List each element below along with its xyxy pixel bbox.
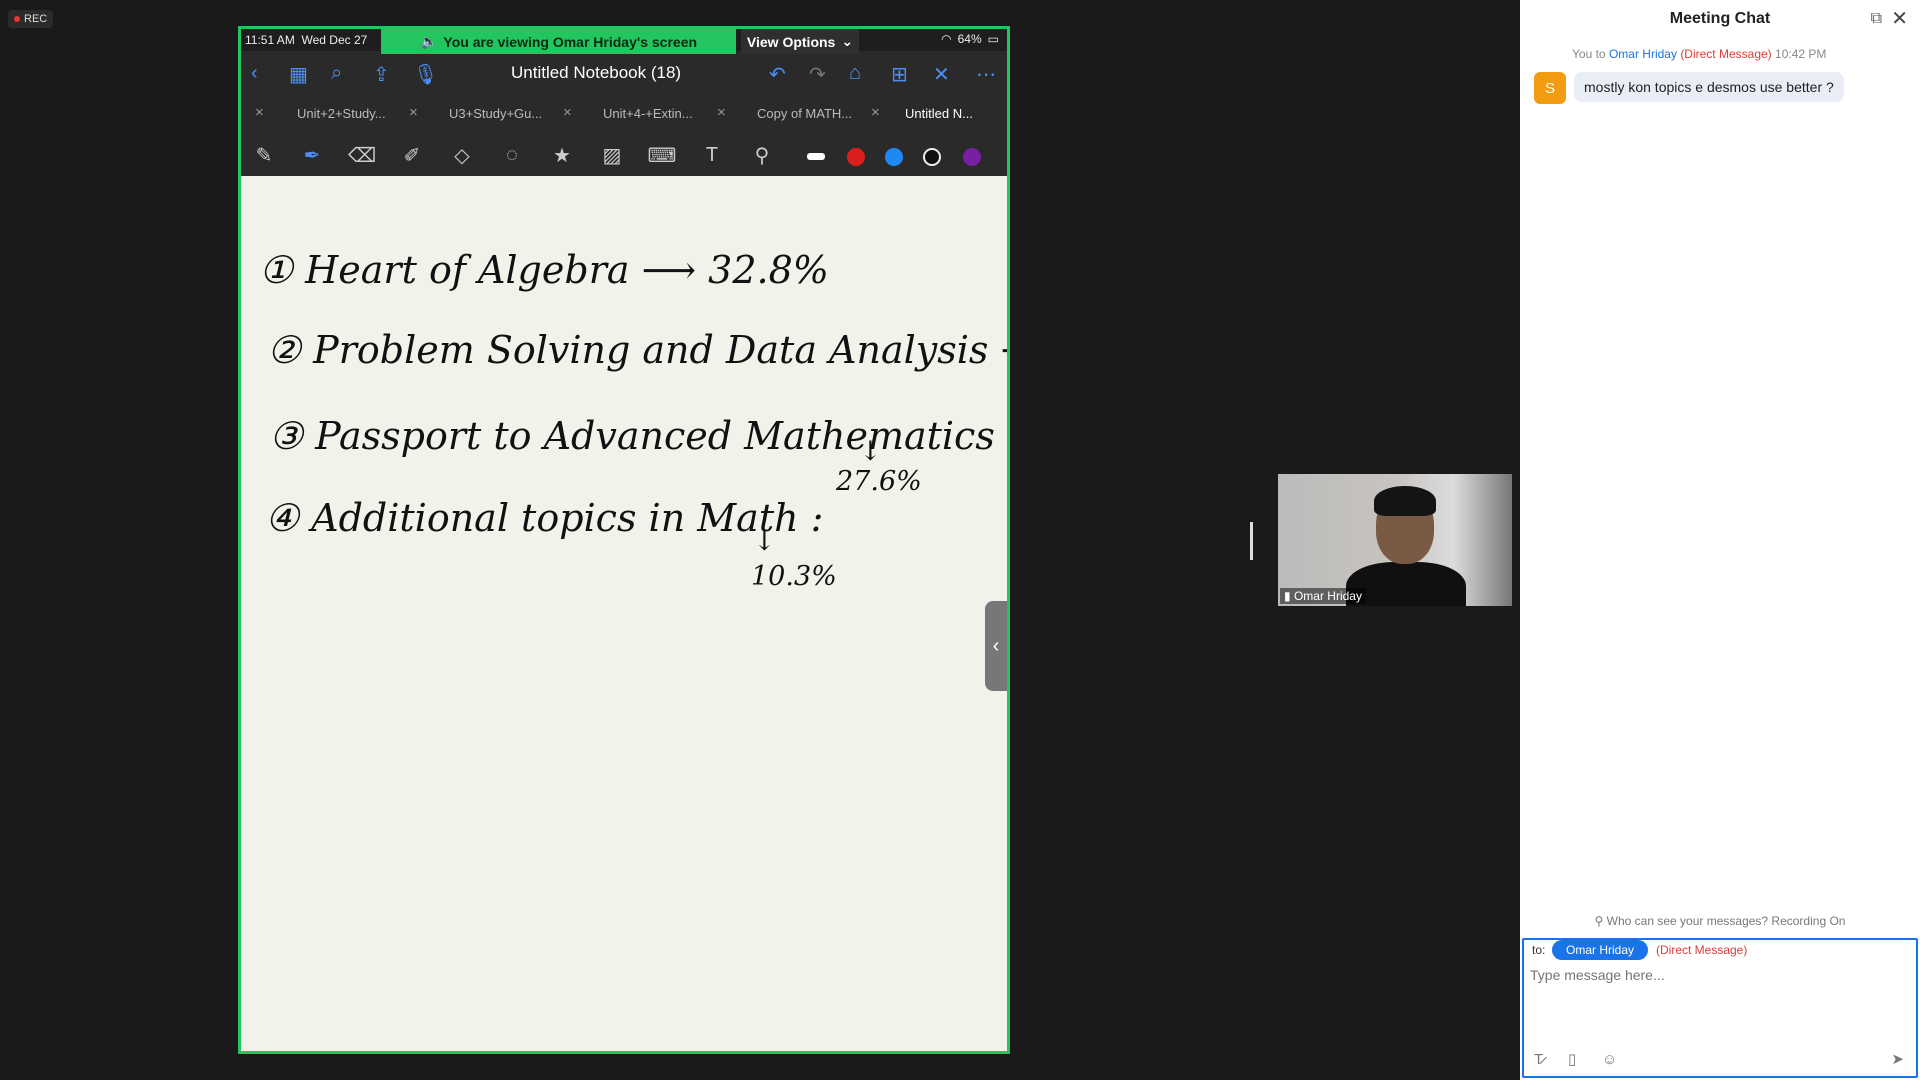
emoji-icon[interactable]: ☺ <box>1602 1051 1617 1068</box>
tab-close-icon[interactable]: × <box>871 104 880 121</box>
battery-icon: ▭ <box>987 32 999 46</box>
speaker-icon: 🔈 <box>419 33 438 49</box>
sticker-icon[interactable]: ★ <box>549 142 575 168</box>
note-percent-3: 27.6% <box>836 466 922 497</box>
privacy-note[interactable]: ⚲ Who can see your messages? Recording O… <box>1520 914 1920 928</box>
recording-label: REC <box>24 13 48 25</box>
color-purple[interactable] <box>963 148 981 166</box>
message-input[interactable] <box>1530 964 1910 986</box>
chevron-down-icon: ⌄ <box>841 33 854 49</box>
notebook-toolbar: ‹ ▦ ⌕ ⇪ 🎙 Untitled Notebook (18) ↶ ↷ ⌂ ⊞… <box>241 54 1007 94</box>
add-page-icon[interactable]: ⊞ <box>891 62 908 87</box>
document-tabs: × Unit+2+Study... × U3+Study+Gu... × Uni… <box>241 96 1007 132</box>
notebook-title[interactable]: Untitled Notebook (18) <box>511 63 681 83</box>
close-icon[interactable]: ✕ <box>1891 6 1908 31</box>
shapes-icon[interactable]: ◇ <box>449 142 475 168</box>
status-time: 11:51 AM Wed Dec 27 <box>245 33 368 47</box>
note-line-2: ② Problem Solving and Data Analysis ⟶ 29… <box>267 328 1007 372</box>
person-lock-icon: ⚲ <box>1594 914 1604 928</box>
recipient-selector[interactable]: Omar Hriday <box>1552 940 1649 960</box>
redo-icon[interactable]: ↷ <box>809 62 826 87</box>
person-hair <box>1374 486 1436 516</box>
popout-icon[interactable]: ⧉ <box>1871 10 1882 28</box>
file-icon[interactable]: ▯ <box>1568 1050 1576 1068</box>
back-icon[interactable]: ‹ <box>251 62 258 85</box>
color-white[interactable] <box>807 153 825 160</box>
chat-title: Meeting Chat <box>1669 10 1771 27</box>
note-arrow-3: ↓ <box>859 436 882 467</box>
tab-1[interactable]: Unit+2+Study... <box>297 106 386 121</box>
note-arrow-4: ↓ <box>753 526 776 557</box>
viewing-banner: 🔈 You are viewing Omar Hriday's screen <box>381 29 736 54</box>
tab-4[interactable]: Copy of MATH... <box>757 106 852 121</box>
bookmark-icon[interactable]: ⌂ <box>849 62 861 85</box>
shared-screen: 11:51 AM Wed Dec 27 ◠ 64% ▭ 🔈 You are vi… <box>238 26 1010 1054</box>
tab-close-icon[interactable]: × <box>717 104 726 121</box>
image-icon[interactable]: ▨ <box>599 142 625 168</box>
note-percent-4: 10.3% <box>751 561 837 592</box>
color-blue[interactable] <box>885 148 903 166</box>
send-icon[interactable]: ➤ <box>1891 1050 1904 1068</box>
highlighter-icon[interactable]: ✐ <box>399 142 425 168</box>
sidebar-handle[interactable]: ‹ <box>985 601 1007 691</box>
undo-icon[interactable]: ↶ <box>769 62 786 87</box>
color-red[interactable] <box>847 148 865 166</box>
recipient-link[interactable]: Omar Hriday <box>1609 47 1677 61</box>
composer-to-label: to: <box>1532 943 1546 957</box>
tab-2[interactable]: U3+Study+Gu... <box>449 106 542 121</box>
eraser-icon[interactable]: ⌫ <box>348 142 376 168</box>
laser-icon[interactable]: ⚲ <box>749 142 775 168</box>
close-icon[interactable]: ✕ <box>933 62 950 87</box>
format-icon[interactable]: T̷ <box>1534 1051 1543 1068</box>
grid-icon[interactable]: ▦ <box>289 62 308 87</box>
message-header: You to Omar Hriday (Direct Message) 10:4… <box>1572 47 1827 61</box>
lasso-icon[interactable]: ◌ <box>499 142 525 168</box>
keyboard-icon[interactable]: ⌨ <box>648 142 677 168</box>
notebook-canvas[interactable]: ① Heart of Algebra ⟶ 32.8% ② Problem Sol… <box>241 176 1007 1051</box>
search-icon[interactable]: ⌕ <box>331 62 342 85</box>
read-mode-icon[interactable]: ✎ <box>251 142 277 168</box>
wifi-icon: ◠ <box>941 32 952 46</box>
drawing-toolbar: ✎ ✒ ⌫ ✐ ◇ ◌ ★ ▨ ⌨ T ⚲ <box>241 132 1007 176</box>
pen-icon[interactable]: ✒ <box>299 142 325 168</box>
participant-name: ▮ Omar Hriday <box>1280 588 1366 604</box>
tab-close-icon[interactable]: × <box>563 104 572 121</box>
more-icon[interactable]: ⋯ <box>976 62 996 87</box>
meeting-chat-panel: Meeting Chat ⧉ ✕ You to Omar Hriday (Dir… <box>1520 0 1920 1080</box>
note-line-4: ④ Additional topics in Math : <box>265 496 824 540</box>
recording-indicator: REC <box>8 10 54 28</box>
signal-icon: ▮ <box>1284 589 1291 603</box>
divider[interactable] <box>1250 522 1253 560</box>
tab-close-icon[interactable]: × <box>409 104 418 121</box>
tab-close-icon[interactable]: × <box>255 104 264 121</box>
battery-percent: 64% <box>957 32 982 46</box>
chevron-left-icon: ‹ <box>992 634 1000 657</box>
note-line-3: ③ Passport to Advanced Mathematics <box>269 414 995 458</box>
message-time: 10:42 PM <box>1775 47 1827 61</box>
avatar: S <box>1534 72 1566 104</box>
tab-5-active[interactable]: Untitled N... <box>905 106 973 121</box>
message-bubble[interactable]: mostly kon topics e desmos use better ? <box>1574 72 1844 102</box>
view-options-button[interactable]: View Options ⌄ <box>741 29 859 54</box>
message-composer: to: Omar Hriday (Direct Message) T̷ ▯ ☺ … <box>1522 938 1918 1078</box>
participant-video[interactable]: ▮ Omar Hriday <box>1278 474 1512 606</box>
tab-3[interactable]: Unit+4-+Extin... <box>603 106 693 121</box>
record-dot-icon <box>14 16 20 22</box>
text-icon[interactable]: T <box>699 142 725 168</box>
color-black-selected[interactable] <box>923 148 941 166</box>
direct-message-label: (Direct Message) <box>1656 943 1748 957</box>
microphone-icon[interactable]: 🎙 <box>413 62 438 87</box>
note-line-1: ① Heart of Algebra ⟶ 32.8% <box>259 248 829 292</box>
share-icon[interactable]: ⇪ <box>373 62 390 87</box>
